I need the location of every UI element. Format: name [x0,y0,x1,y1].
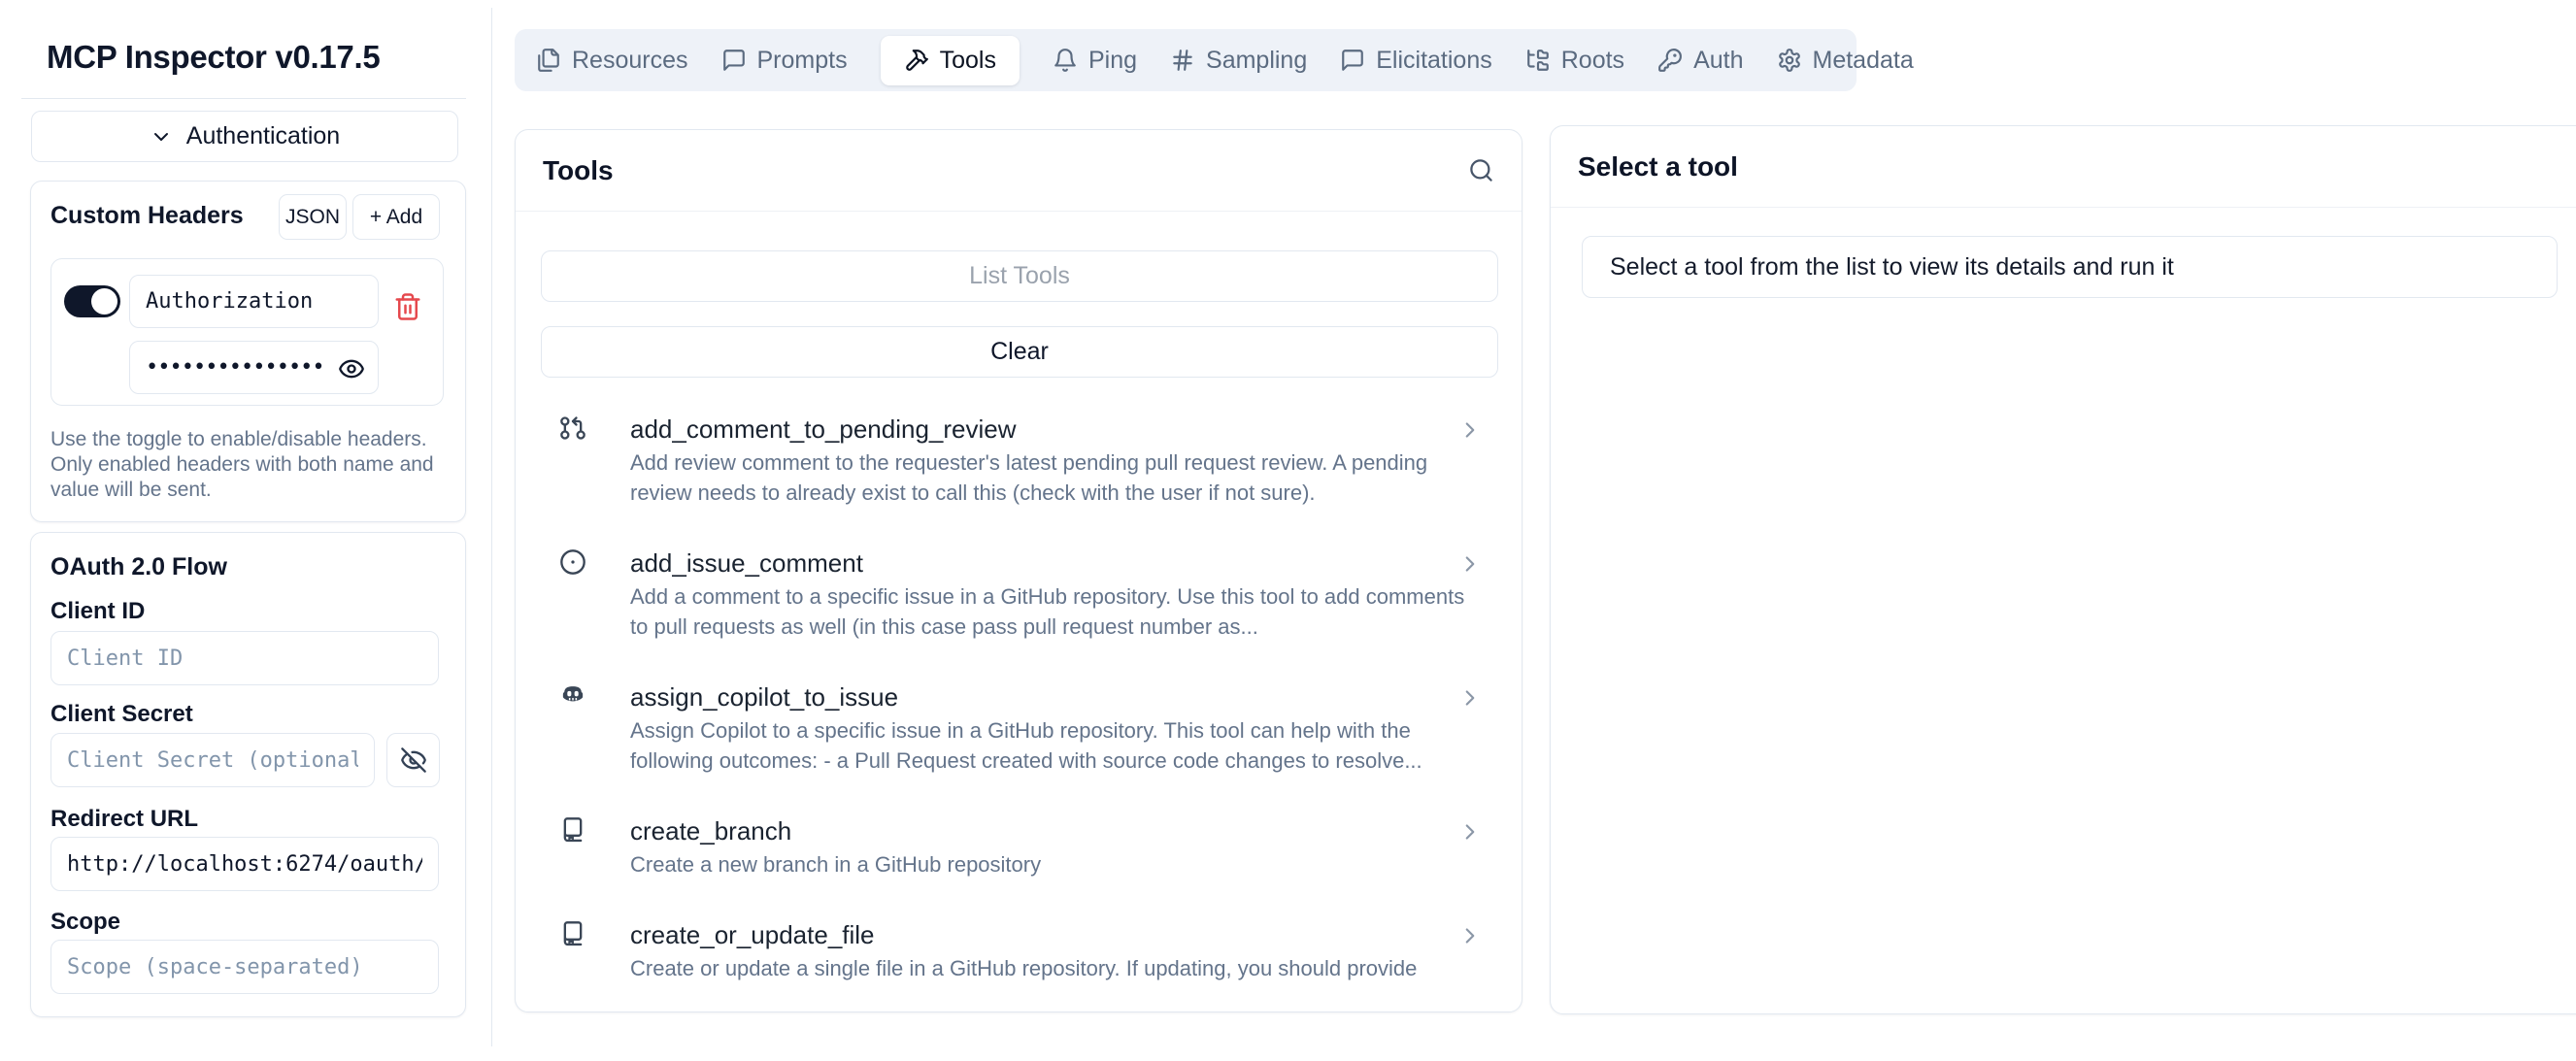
detail-panel-header: Select a tool [1551,126,2576,208]
oauth-title: OAuth 2.0 Flow [50,553,227,581]
hammer-icon [904,48,929,73]
chevron-right-icon [1457,819,1483,845]
copilot-bot-icon [559,682,586,710]
empty-state-message: Select a tool from the list to view its … [1582,236,2558,298]
tool-description: Create a new branch in a GitHub reposito… [630,849,1485,879]
tab-metadata[interactable]: Metadata [1777,47,1914,75]
git-pull-request-icon [559,414,586,442]
tab-tools[interactable]: Tools [881,36,1020,85]
sidebar-main-divider [491,8,492,1046]
scope-input[interactable] [50,940,439,994]
redirect-url-label: Redirect URL [50,806,198,833]
chevron-right-icon [1457,923,1483,948]
authentication-collapse-button[interactable]: Authentication [31,111,458,162]
tool-description: Add a comment to a specific issue in a G… [630,581,1485,642]
list-tools-button[interactable]: List Tools [541,250,1498,302]
tool-item-assign-copilot-to-issue[interactable]: assign_copilot_to_issue Assign Copilot t… [516,680,1522,776]
detail-panel-title: Select a tool [1578,151,1738,182]
folder-tree-icon [1525,48,1551,73]
scope-label: Scope [50,909,120,936]
message-square-icon [721,48,747,73]
tool-item-add-issue-comment[interactable]: add_issue_comment Add a comment to a spe… [516,547,1522,642]
main-tab-bar: Resources Prompts Tools Ping Sampling El… [515,29,1857,91]
tools-panel: Tools List Tools Clear add_comment_to_pe… [515,129,1522,1012]
header-value-field [129,341,379,394]
tool-name: add_comment_to_pending_review [630,413,1485,446]
chevron-down-icon [150,125,173,149]
tool-name: create_branch [630,814,1485,847]
message-square-icon [1340,48,1365,73]
authentication-label: Authentication [186,122,340,150]
json-mode-button[interactable]: JSON [279,194,347,240]
tab-label: Metadata [1813,47,1914,75]
search-icon[interactable] [1468,157,1494,183]
tool-list: add_comment_to_pending_review Add review… [516,413,1522,1022]
tab-prompts[interactable]: Prompts [721,47,848,75]
tab-auth[interactable]: Auth [1657,47,1743,75]
tab-label: Ping [1088,47,1137,75]
app-title: MCP Inspector v0.17.5 [47,39,380,76]
add-header-button[interactable]: + Add [352,194,440,240]
bell-icon [1053,48,1078,73]
key-icon [1657,48,1683,73]
tools-panel-title: Tools [543,155,614,186]
eye-icon[interactable] [338,354,367,383]
chevron-right-icon [1457,551,1483,577]
toggle-knob [91,288,117,315]
tool-name: assign_copilot_to_issue [630,680,1485,713]
tab-label: Prompts [757,47,848,75]
tab-ping[interactable]: Ping [1053,47,1137,75]
client-id-input[interactable] [50,631,439,685]
tab-label: Tools [940,47,996,75]
eye-off-icon[interactable] [386,733,440,787]
tool-name: add_issue_comment [630,547,1485,580]
tab-roots[interactable]: Roots [1525,47,1624,75]
headers-help-text: Use the toggle to enable/disable headers… [50,427,437,503]
chevron-right-icon [1457,417,1483,443]
chevron-right-icon [1457,685,1483,711]
tool-description: Create or update a single file in a GitH… [630,953,1485,983]
redirect-url-input[interactable] [50,837,439,891]
sidebar-divider [21,98,466,99]
client-secret-label: Client Secret [50,701,193,728]
header-enabled-toggle[interactable] [64,285,120,317]
tab-label: Roots [1561,47,1624,75]
tab-label: Resources [572,47,688,75]
tab-label: Elicitations [1376,47,1492,75]
repo-book-icon [559,816,586,844]
hash-icon [1170,48,1195,73]
files-icon [536,48,561,73]
tool-description: Assign Copilot to a specific issue in a … [630,715,1485,776]
repo-book-icon [559,920,586,947]
tab-label: Sampling [1206,47,1307,75]
custom-headers-title: Custom Headers [50,202,244,230]
clear-button[interactable]: Clear [541,326,1498,378]
tab-label: Auth [1693,47,1743,75]
client-secret-input[interactable] [50,733,375,787]
tool-detail-panel: Select a tool Select a tool from the lis… [1550,125,2576,1014]
tab-resources[interactable]: Resources [536,47,688,75]
tab-elicitations[interactable]: Elicitations [1340,47,1492,75]
issue-circle-dot-icon [559,548,586,576]
tool-description: Add review comment to the requester's la… [630,448,1485,508]
tab-sampling[interactable]: Sampling [1170,47,1307,75]
tool-item-create-branch[interactable]: create_branch Create a new branch in a G… [516,814,1522,879]
trash-icon[interactable] [393,291,424,322]
tool-item-create-or-update-file[interactable]: create_or_update_file Create or update a… [516,918,1522,983]
header-name-input[interactable] [129,275,379,328]
tool-item-add-comment-to-pending-review[interactable]: add_comment_to_pending_review Add review… [516,413,1522,508]
tools-panel-header: Tools [516,130,1522,212]
gear-icon [1777,48,1802,73]
tool-name: create_or_update_file [630,918,1485,951]
client-id-label: Client ID [50,598,145,625]
